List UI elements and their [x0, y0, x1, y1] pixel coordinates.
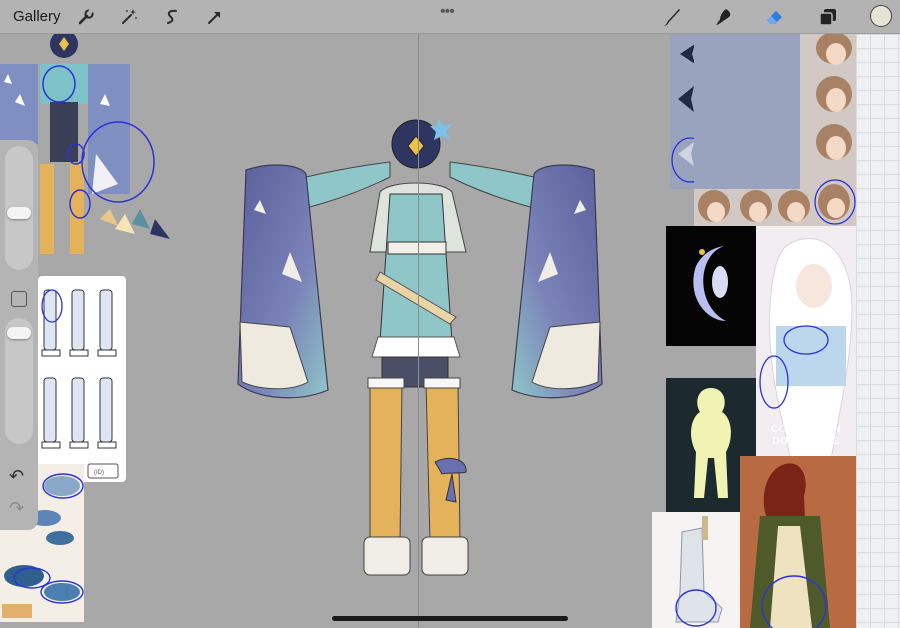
eraser-icon[interactable]: [763, 5, 787, 29]
reference-grid-paper: [856, 34, 900, 628]
reference-faces-sheet: [694, 34, 856, 226]
reference-moon-figure: [666, 226, 764, 346]
redo-icon[interactable]: ↷: [9, 498, 24, 519]
color-swatch[interactable]: [870, 5, 892, 27]
reference-boots-sheet: (ID): [38, 276, 126, 482]
reference-tag-text: (ID): [94, 470, 104, 476]
gallery-button[interactable]: Gallery: [13, 8, 61, 25]
brush-size-thumb[interactable]: [7, 207, 31, 220]
brush-size-slider[interactable]: [5, 146, 33, 270]
more-options-icon[interactable]: •••: [440, 3, 455, 21]
brush-opacity-thumb[interactable]: [7, 327, 31, 340]
layers-icon[interactable]: [816, 5, 840, 29]
modify-button[interactable]: [11, 291, 27, 307]
wrench-icon[interactable]: [74, 5, 98, 29]
home-indicator: [332, 616, 568, 621]
vertical-symmetry-guide: [418, 34, 419, 628]
reference-red-hair-woman: [740, 456, 856, 628]
smudge-icon[interactable]: [711, 5, 735, 29]
brush-sidebar: ↶ ↷: [0, 140, 38, 530]
top-toolbar: Gallery •••: [0, 0, 900, 34]
undo-icon[interactable]: ↶: [9, 466, 24, 487]
reference-shoe-photo: [652, 512, 740, 628]
reference-white-hair-girl: COMMISSION DO NOT USE: [756, 226, 856, 488]
magic-wand-icon[interactable]: [117, 5, 141, 29]
main-character-drawing: [230, 82, 610, 602]
brush-icon[interactable]: [660, 5, 684, 29]
selection-icon[interactable]: [160, 5, 184, 29]
drawing-canvas[interactable]: (ID) COMMISSION DO NOT USE: [0, 34, 900, 628]
brush-opacity-slider[interactable]: [5, 318, 33, 444]
transform-arrow-icon[interactable]: [203, 5, 227, 29]
reference-watermark: COMMISSION DO NOT USE: [770, 424, 842, 447]
